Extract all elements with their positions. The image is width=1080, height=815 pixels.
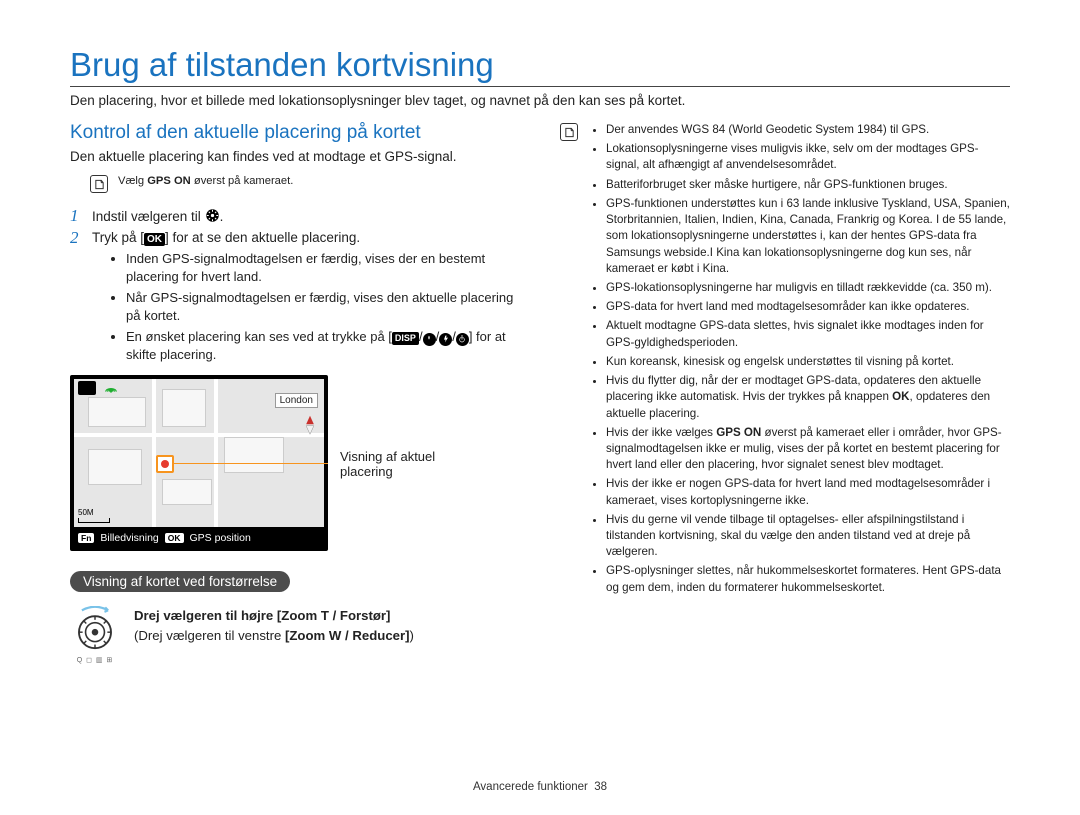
note-suffix: øverst på kameraet.	[191, 175, 294, 187]
note-box: Vælg GPS ON øverst på kameraet.	[90, 174, 518, 192]
macro-icon	[423, 333, 436, 346]
section-intro: Den aktuelle placering kan findes ved at…	[70, 149, 518, 164]
dial-icon: Q ◻ ▥ ⊞	[70, 606, 120, 664]
dial-legend: Q ◻ ▥ ⊞	[77, 656, 114, 664]
map-figure: London 50M Fn Billedvisning OK GPS posit…	[70, 375, 518, 551]
ok-icon: OK	[144, 233, 165, 246]
map-callout: Visning af aktuel placering	[340, 449, 500, 479]
map-mode-icon	[78, 381, 96, 395]
rnote-9-prefix: Hvis der ikke vælges	[606, 426, 716, 439]
map-city-label: London	[275, 393, 318, 408]
ok-chip: OK	[165, 533, 184, 543]
rnote-10: Hvis der ikke er nogen GPS-data for hver…	[606, 476, 1010, 508]
section-title: Kontrol af den aktuelle placering på kor…	[70, 122, 518, 144]
dial-line2-suffix: )	[410, 628, 414, 643]
gps-status-icon	[104, 381, 118, 396]
map-scale-label: 50M	[78, 508, 94, 517]
rnote-5: GPS-data for hvert land med modtagelseso…	[606, 299, 1010, 315]
rnote-6: Aktuelt modtagne GPS-data slettes, hvis …	[606, 318, 1010, 350]
right-notes: Der anvendes WGS 84 (World Geodetic Syst…	[588, 122, 1010, 599]
rnote-8-bold: OK	[892, 390, 909, 403]
rnote-12: GPS-oplysninger slettes, når hukommelses…	[606, 563, 1010, 595]
footer-page: 38	[594, 781, 607, 793]
note-icon	[90, 175, 108, 193]
rnote-3: GPS-funktionen understøttes kun i 63 lan…	[606, 196, 1010, 277]
right-note-box: Der anvendes WGS 84 (World Geodetic Syst…	[560, 122, 1010, 599]
bullet-1: Inden GPS-signalmodtagelsen er færdig, v…	[126, 250, 518, 285]
step-2-prefix: Tryk på [	[92, 230, 144, 245]
rnote-1: Lokationsoplysningerne vises muligvis ik…	[606, 141, 1010, 173]
footer-label: Avancerede funktioner	[473, 781, 588, 793]
map-preview: London 50M Fn Billedvisning OK GPS posit…	[70, 375, 328, 551]
fn-chip: Fn	[78, 533, 94, 543]
rnote-7: Kun koreansk, kinesisk og engelsk unders…	[606, 354, 1010, 370]
step-1: Indstil vælgeren til .	[70, 208, 518, 224]
dial-line1-bold: [Zoom T / Forstør]	[277, 608, 391, 623]
rnote-0: Der anvendes WGS 84 (World Geodetic Syst…	[606, 122, 1010, 138]
step-2: Tryk på [OK] for at se den aktuelle plac…	[70, 230, 518, 363]
note-prefix: Vælg	[118, 175, 147, 187]
bullet-3: En ønsket placering kan ses ved at trykk…	[126, 328, 518, 363]
dial-text: Drej vælgeren til højre [Zoom T / Forstø…	[134, 606, 414, 646]
disp-icon: DISP	[392, 332, 419, 345]
mode-dial-icon	[205, 208, 220, 223]
bullet-3-prefix: En ønsket placering kan ses ved at trykk…	[126, 329, 392, 344]
step-1-text: Indstil vælgeren til	[92, 209, 205, 224]
rnote-4: GPS-lokationsoplysningerne har muligvis …	[606, 280, 1010, 296]
rnote-11: Hvis du gerne vil vende tilbage til opta…	[606, 512, 1010, 561]
bottom-left-label: Billedvisning	[100, 532, 158, 544]
dial-line2-bold: [Zoom W / Reducer]	[285, 628, 410, 643]
rnote-2: Batteriforbruget sker måske hurtigere, n…	[606, 177, 1010, 193]
step-2-suffix: ] for at se den aktuelle placering.	[165, 230, 360, 245]
flash-icon	[439, 333, 452, 346]
map-bottom-bar: Fn Billedvisning OK GPS position	[74, 529, 324, 547]
title-rule	[70, 86, 1010, 87]
bottom-right-label: GPS position	[190, 532, 251, 544]
zoom-heading: Visning af kortet ved forstørrelse	[70, 571, 290, 592]
page-intro: Den placering, hvor et billede med lokat…	[70, 93, 1010, 108]
note-text: Vælg GPS ON øverst på kameraet.	[118, 174, 293, 189]
callout-line2: placering	[340, 464, 500, 479]
current-location-marker	[156, 455, 174, 473]
note-icon	[560, 123, 578, 141]
page-title: Brug af tilstanden kortvisning	[70, 46, 1010, 86]
bullet-2: Når GPS-signalmodtagelsen er færdig, vis…	[126, 289, 518, 324]
map-scale: 50M	[78, 508, 110, 523]
compass-icon	[302, 415, 318, 440]
callout-line1: Visning af aktuel	[340, 449, 500, 464]
steps-list: Indstil vælgeren til . Tryk på [OK] for …	[70, 208, 518, 363]
timer-icon	[456, 333, 469, 346]
note-bold: GPS ON	[147, 175, 191, 187]
rnote-8: Hvis du flytter dig, når der er modtaget…	[606, 373, 1010, 422]
footer: Avancerede funktioner 38	[0, 781, 1080, 793]
rnote-9: Hvis der ikke vælges GPS ON øverst på ka…	[606, 425, 1010, 474]
step-2-bullets: Inden GPS-signalmodtagelsen er færdig, v…	[92, 250, 518, 363]
dial-line1-prefix: Drej vælgeren til højre	[134, 608, 277, 623]
dial-line2-prefix: (Drej vælgeren til venstre	[134, 628, 285, 643]
rnote-9-bold: GPS ON	[716, 426, 761, 439]
zoom-instructions: Q ◻ ▥ ⊞ Drej vælgeren til højre [Zoom T …	[70, 606, 518, 664]
